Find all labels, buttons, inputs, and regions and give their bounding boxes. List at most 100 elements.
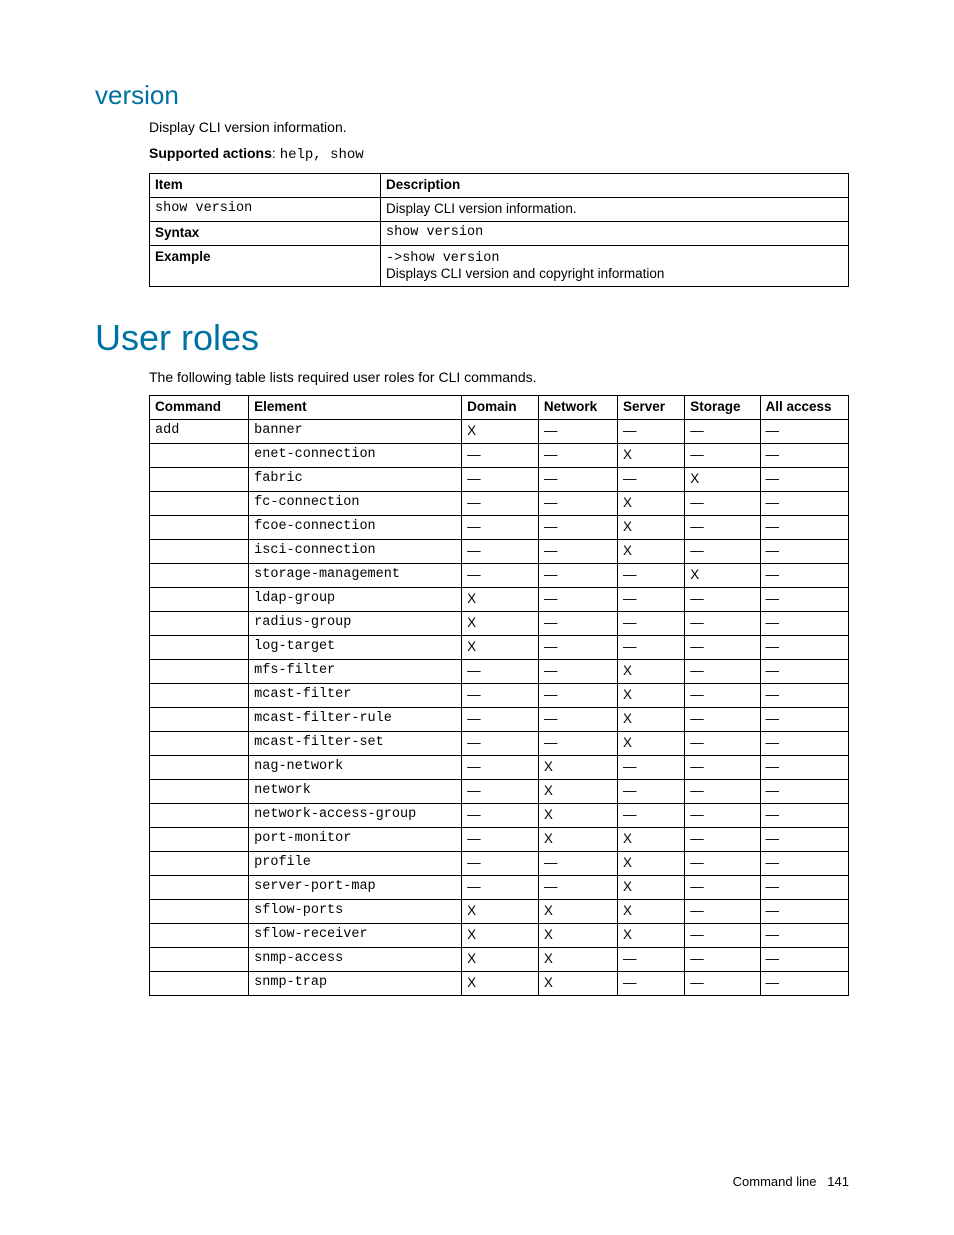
- cell-role: —: [617, 948, 684, 972]
- roles-intro: The following table lists required user …: [149, 369, 849, 385]
- hdr-element: Element: [249, 396, 462, 420]
- cell-role: —: [462, 780, 539, 804]
- version-body: Display CLI version information. Support…: [149, 119, 849, 287]
- cell-element: fcoe-connection: [249, 516, 462, 540]
- table-row: nag-network—X———: [150, 756, 849, 780]
- cell-command: [150, 948, 249, 972]
- cell-role: —: [462, 468, 539, 492]
- cell-role: —: [685, 852, 760, 876]
- cell-role: —: [617, 972, 684, 996]
- cell-role: —: [462, 852, 539, 876]
- cell-role: X: [538, 756, 617, 780]
- table-row: enet-connection——X——: [150, 444, 849, 468]
- cell-element: sflow-receiver: [249, 924, 462, 948]
- cell-role: —: [760, 780, 849, 804]
- hdr-domain: Domain: [462, 396, 539, 420]
- cell-role: —: [462, 732, 539, 756]
- hdr-storage: Storage: [685, 396, 760, 420]
- cell-role: —: [760, 492, 849, 516]
- table-row: server-port-map——X——: [150, 876, 849, 900]
- cell-role: X: [617, 732, 684, 756]
- cell-role: —: [760, 972, 849, 996]
- cell-command: [150, 612, 249, 636]
- cell-command: [150, 540, 249, 564]
- table-row: fcoe-connection——X——: [150, 516, 849, 540]
- cell-element: server-port-map: [249, 876, 462, 900]
- cell-role: —: [685, 612, 760, 636]
- cell-role: —: [685, 924, 760, 948]
- cell-role: X: [685, 468, 760, 492]
- cell-role: —: [538, 564, 617, 588]
- cell-role: —: [617, 564, 684, 588]
- cell-description: Display CLI version information.: [381, 198, 849, 222]
- cell-role: —: [685, 828, 760, 852]
- cell-element: enet-connection: [249, 444, 462, 468]
- table-row: profile——X——: [150, 852, 849, 876]
- cell-role: —: [462, 540, 539, 564]
- cell-example-value: ->show version Displays CLI version and …: [381, 246, 849, 287]
- cell-command: [150, 876, 249, 900]
- cell-role: X: [538, 828, 617, 852]
- cell-element: mcast-filter-rule: [249, 708, 462, 732]
- cell-role: X: [617, 660, 684, 684]
- cell-role: —: [462, 828, 539, 852]
- cell-role: —: [685, 516, 760, 540]
- cell-role: —: [760, 468, 849, 492]
- cell-role: —: [685, 660, 760, 684]
- cell-element: radius-group: [249, 612, 462, 636]
- cell-role: —: [760, 732, 849, 756]
- cell-role: —: [538, 876, 617, 900]
- cell-role: X: [462, 420, 539, 444]
- example-text: Displays CLI version and copyright infor…: [386, 266, 664, 281]
- cell-element: banner: [249, 420, 462, 444]
- version-intro: Display CLI version information.: [149, 119, 849, 135]
- cell-role: —: [760, 924, 849, 948]
- cell-role: X: [538, 948, 617, 972]
- cell-role: —: [760, 756, 849, 780]
- cell-role: —: [760, 420, 849, 444]
- table-row: Example ->show version Displays CLI vers…: [150, 246, 849, 287]
- cell-element: mfs-filter: [249, 660, 462, 684]
- cell-command: [150, 756, 249, 780]
- cell-role: X: [617, 828, 684, 852]
- cell-role: —: [462, 516, 539, 540]
- cell-role: —: [685, 684, 760, 708]
- cell-role: —: [685, 540, 760, 564]
- cell-role: —: [760, 444, 849, 468]
- cell-role: —: [760, 684, 849, 708]
- cell-role: —: [760, 516, 849, 540]
- cell-role: —: [760, 540, 849, 564]
- cell-role: —: [462, 564, 539, 588]
- cell-element: snmp-access: [249, 948, 462, 972]
- cell-example-label: Example: [150, 246, 381, 287]
- cell-role: —: [685, 972, 760, 996]
- cell-role: —: [538, 684, 617, 708]
- cell-element: isci-connection: [249, 540, 462, 564]
- cell-role: X: [617, 516, 684, 540]
- cell-role: —: [617, 756, 684, 780]
- cell-role: —: [685, 876, 760, 900]
- cell-command: [150, 708, 249, 732]
- hdr-network: Network: [538, 396, 617, 420]
- table-row: port-monitor—XX——: [150, 828, 849, 852]
- cell-role: X: [462, 588, 539, 612]
- table-row: network—X———: [150, 780, 849, 804]
- cell-role: X: [538, 780, 617, 804]
- cell-role: —: [685, 444, 760, 468]
- table-row: mcast-filter-set——X——: [150, 732, 849, 756]
- cell-command: [150, 492, 249, 516]
- cell-role: —: [462, 660, 539, 684]
- cell-role: —: [538, 588, 617, 612]
- cell-role: X: [617, 924, 684, 948]
- cell-command: [150, 516, 249, 540]
- cell-role: —: [538, 852, 617, 876]
- cell-role: X: [617, 900, 684, 924]
- cell-command: [150, 804, 249, 828]
- table-row: radius-groupX————: [150, 612, 849, 636]
- table-row: sflow-receiverXXX——: [150, 924, 849, 948]
- cell-role: —: [538, 516, 617, 540]
- cell-role: —: [617, 636, 684, 660]
- cell-command: [150, 564, 249, 588]
- supported-actions-label: Supported actions: [149, 145, 272, 161]
- table-row: mcast-filter-rule——X——: [150, 708, 849, 732]
